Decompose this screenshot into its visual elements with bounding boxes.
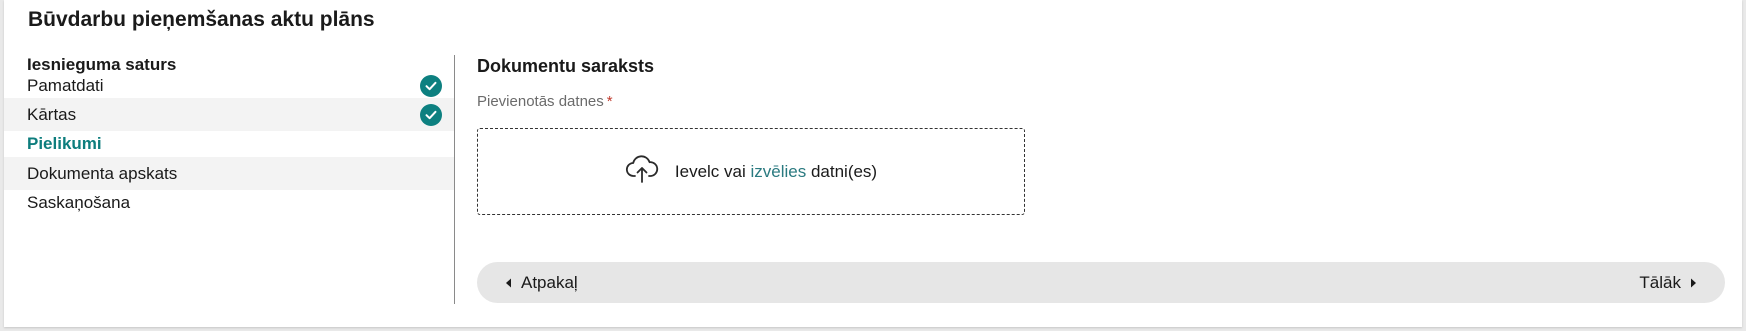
caret-left-icon — [506, 278, 511, 287]
dropzone-text-before: Ievelc vai — [674, 161, 751, 181]
page-title: Būvdarbu pieņemšanas aktu plāns — [28, 8, 375, 31]
sidebar-item-label: Pielikumi — [27, 133, 102, 153]
attached-files-label: Pievienotās datnes * — [477, 93, 613, 110]
back-button-label: Atpakaļ — [521, 272, 578, 292]
next-button[interactable]: Tālāk — [1639, 262, 1697, 303]
check-circle-icon — [420, 103, 442, 126]
form-card: Būvdarbu pieņemšanas aktu plāns Iesniegu… — [4, 0, 1742, 327]
section-title: Dokumentu saraksts — [477, 56, 655, 76]
required-marker: * — [606, 93, 613, 110]
file-dropzone[interactable]: Ievelc vai izvēlies datni(es) — [477, 128, 1025, 215]
sidebar-item-label: Kārtas — [27, 104, 77, 124]
sidebar-item-label: Pamatdati — [27, 75, 104, 95]
dropzone-text: Ievelc vai izvēlies datni(es) — [675, 162, 877, 182]
check-circle-icon — [420, 74, 442, 97]
dropzone-text-after: datni(es) — [806, 161, 878, 181]
back-button[interactable]: Atpakaļ — [505, 262, 578, 303]
cloud-upload-icon — [625, 154, 659, 189]
vertical-divider — [454, 55, 455, 304]
sidebar-item-pielikumi[interactable]: Pielikumi — [4, 127, 454, 160]
next-button-label: Tālāk — [1639, 272, 1681, 292]
wizard-nav-bar: Atpakaļ Tālāk — [477, 262, 1725, 303]
sidebar-item-saskanosana[interactable]: Saskaņošana — [4, 186, 454, 219]
field-label-text: Pievienotās datnes — [477, 93, 604, 110]
caret-right-icon — [1691, 278, 1696, 287]
sidebar-item-label: Dokumenta apskats — [27, 163, 178, 183]
choose-files-link[interactable]: izvēlies — [750, 162, 806, 181]
sidebar-item-label: Saskaņošana — [27, 192, 131, 212]
